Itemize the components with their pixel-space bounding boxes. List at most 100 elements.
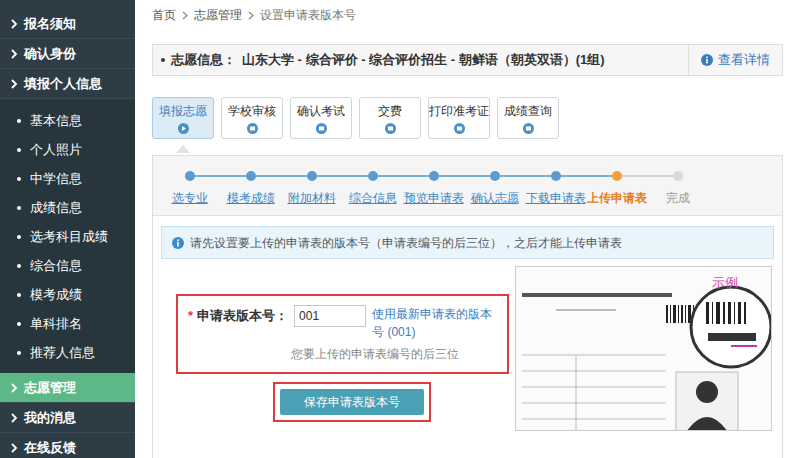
tab-label: 打印准考证	[429, 102, 489, 120]
step-line	[586, 175, 612, 177]
bullet-icon	[17, 351, 21, 355]
step[interactable]: 下载申请表	[525, 171, 586, 215]
breadcrumb-item[interactable]: 首页	[152, 6, 176, 24]
step-track	[159, 171, 220, 181]
sidebar-label: 填报个人信息	[24, 74, 102, 94]
play-icon	[178, 123, 189, 134]
step-track	[281, 171, 342, 181]
sample-image: 示例	[515, 266, 772, 431]
process-tab[interactable]: 学校审核	[221, 97, 283, 139]
info-icon	[172, 237, 184, 249]
chevron-icon	[10, 383, 18, 393]
sidebar-subitem[interactable]: 成绩信息	[0, 193, 135, 222]
sidebar-subitem[interactable]: 综合信息	[0, 251, 135, 280]
bullet-icon	[17, 293, 21, 297]
step[interactable]: 预览申请表	[403, 171, 464, 215]
sidebar-item[interactable]: 填报个人信息	[0, 69, 135, 99]
version-form: *申请表版本号：使用最新申请表的版本号 (001)您要上传的申请表编号的后三位	[176, 294, 509, 374]
process-tab[interactable]: 成绩查询	[497, 97, 559, 139]
sidebar-item[interactable]: 报名须知	[0, 9, 135, 39]
lock-icon	[454, 123, 465, 134]
step-track	[342, 171, 403, 181]
sidebar: 报名须知确认身份填报个人信息基本信息个人照片中学信息成绩信息选考科目成绩综合信息…	[0, 0, 135, 458]
step-label: 选专业	[172, 189, 208, 207]
process-tab[interactable]: 填报志愿	[152, 97, 214, 139]
lock-icon	[316, 123, 327, 134]
breadcrumb: 首页志愿管理设置申请表版本号	[152, 0, 783, 30]
lock-icon	[247, 123, 258, 134]
sidebar-item[interactable]: 在线反馈	[0, 433, 135, 458]
step-label: 确认志愿	[471, 189, 519, 207]
chevron-icon	[10, 19, 18, 29]
step-track	[586, 171, 647, 181]
step-dot	[307, 171, 317, 181]
sidebar-subitem[interactable]: 选考科目成绩	[0, 222, 135, 251]
sidebar-item[interactable]: 志愿管理	[0, 373, 135, 403]
sidebar-subitem[interactable]: 推荐人信息	[0, 338, 135, 367]
sidebar-subitem[interactable]: 个人照片	[0, 135, 135, 164]
step-track	[525, 171, 586, 181]
step-dot	[673, 171, 683, 181]
sample-label: 示例	[712, 273, 738, 293]
lock-icon	[523, 123, 534, 134]
sidebar-subitem[interactable]: 单科排名	[0, 309, 135, 338]
details-link[interactable]: 查看详情	[688, 45, 782, 75]
bullet-icon	[17, 177, 21, 181]
bullet-icon	[17, 206, 21, 210]
process-tab[interactable]: 交费	[359, 97, 421, 139]
step-line	[256, 175, 282, 177]
step-line	[683, 175, 709, 177]
info-label: 志愿信息：	[171, 50, 236, 70]
step-line	[622, 175, 648, 177]
tab-label: 确认考试	[297, 102, 345, 120]
step-line	[647, 175, 673, 177]
process-tab[interactable]: 打印准考证	[428, 97, 490, 139]
bullet-icon	[17, 148, 21, 152]
step-dot	[368, 171, 378, 181]
step[interactable]: 综合信息	[342, 171, 403, 215]
step-line	[525, 175, 551, 177]
sidebar-label: 模考成绩	[30, 285, 82, 305]
step-label: 预览申请表	[404, 189, 464, 207]
process-tab[interactable]: 确认考试	[290, 97, 352, 139]
sidebar-subitem[interactable]: 基本信息	[0, 106, 135, 135]
save-button[interactable]: 保存申请表版本号	[280, 389, 424, 415]
step-dot	[185, 171, 195, 181]
sidebar-label: 综合信息	[30, 256, 82, 276]
sidebar-submenu: 基本信息个人照片中学信息成绩信息选考科目成绩综合信息模考成绩单科排名推荐人信息	[0, 99, 135, 373]
step-label: 下载申请表	[526, 189, 586, 207]
breadcrumb-item[interactable]: 志愿管理	[194, 6, 242, 24]
chevron-icon	[10, 443, 18, 453]
step[interactable]: 选专业	[159, 171, 220, 215]
step[interactable]: 模考成绩	[220, 171, 281, 215]
content-panel: 选专业模考成绩附加材料综合信息预览申请表确认志愿下载申请表上传申请表完成请先设置…	[152, 155, 783, 458]
volunteer-info: 志愿信息：山东大学 - 综合评价 - 综合评价招生 - 朝鲜语（朝英双语）(1组…	[152, 44, 783, 76]
step-label: 附加材料	[288, 189, 336, 207]
chevron-icon	[10, 413, 18, 423]
step[interactable]: 附加材料	[281, 171, 342, 215]
sidebar-label: 报名须知	[24, 14, 76, 34]
sidebar-item[interactable]: 我的消息	[0, 403, 135, 433]
sidebar-item[interactable]: 确认身份	[0, 39, 135, 69]
version-input[interactable]	[294, 305, 366, 327]
sidebar-label: 成绩信息	[30, 198, 82, 218]
step-label: 综合信息	[349, 189, 397, 207]
step[interactable]: 上传申请表	[586, 171, 647, 215]
step: 完成	[647, 171, 708, 215]
sidebar-label: 个人照片	[30, 140, 82, 160]
step-line	[195, 175, 221, 177]
sidebar-subitem[interactable]: 中学信息	[0, 164, 135, 193]
step[interactable]: 确认志愿	[464, 171, 525, 215]
step-line	[159, 175, 185, 177]
step-track	[403, 171, 464, 181]
step-dot	[429, 171, 439, 181]
bullet-icon	[17, 264, 21, 268]
field-label: *申请表版本号：	[188, 305, 288, 327]
breadcrumb-item: 设置申请表版本号	[260, 6, 356, 24]
latest-version-link[interactable]: 使用最新申请表的版本号 (001)	[372, 305, 497, 341]
step-dot	[612, 171, 622, 181]
save-highlight: 保存申请表版本号	[273, 382, 431, 422]
step-line	[500, 175, 526, 177]
chevron-icon	[10, 49, 18, 59]
sidebar-subitem[interactable]: 模考成绩	[0, 280, 135, 309]
